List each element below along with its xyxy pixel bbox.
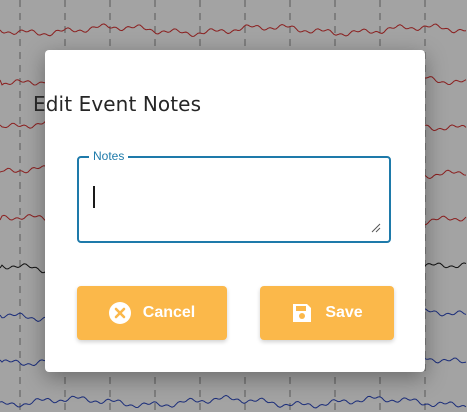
cancel-button-label: Cancel xyxy=(142,304,196,321)
text-cursor xyxy=(93,186,95,208)
floppy-disk-icon xyxy=(291,302,313,324)
notes-field[interactable]: Notes xyxy=(77,149,391,243)
cancel-button[interactable]: Cancel xyxy=(77,286,227,340)
notes-textarea[interactable] xyxy=(89,180,369,232)
dialog-title: Edit Event Notes xyxy=(33,92,202,116)
resize-handle-icon[interactable] xyxy=(371,223,381,233)
eeg-channel-trace xyxy=(0,23,467,37)
eeg-channel-trace xyxy=(0,394,467,409)
notes-field-label: Notes xyxy=(89,149,129,163)
cancel-circle-icon xyxy=(108,302,131,324)
save-button-label: Save xyxy=(325,304,363,321)
save-button[interactable]: Save xyxy=(260,286,394,340)
